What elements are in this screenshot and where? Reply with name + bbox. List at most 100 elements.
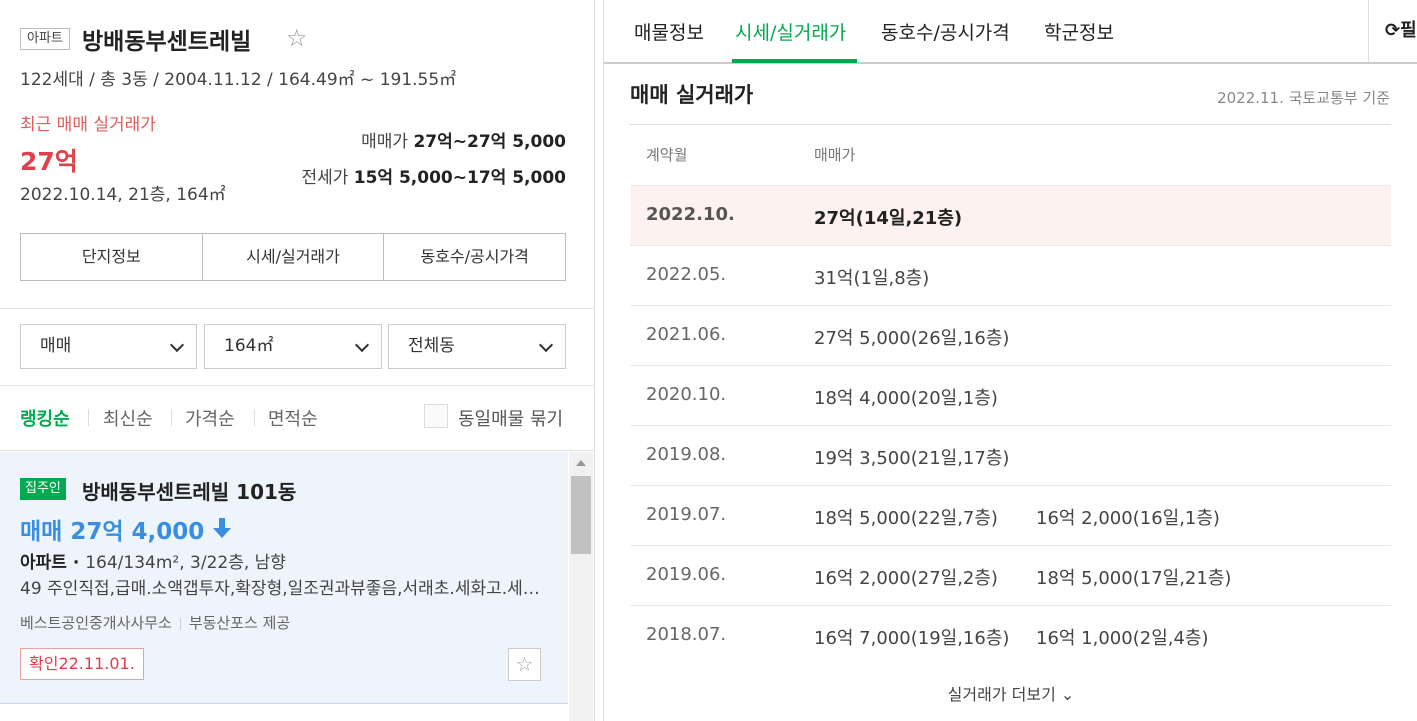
table-row: 2019.07. 18억 5,000(22일,7층) 16억 2,000(16일,1…	[630, 485, 1391, 545]
column-header-month: 계약월	[646, 146, 688, 164]
row-price: 19억 3,500(21일,17층)	[814, 448, 1010, 469]
building-select[interactable]: 전체동	[388, 324, 566, 369]
row-month: 2019.06.	[646, 564, 727, 585]
owner-badge: 집주인	[20, 478, 66, 500]
recent-deal-price: 27억	[20, 147, 78, 176]
table-row: 2019.08. 19억 3,500(21일,17층)	[630, 425, 1391, 485]
refresh-label: 필	[1400, 20, 1417, 41]
sort-latest[interactable]: 최신순	[103, 405, 153, 431]
recent-deal-detail: 2022.10.14, 21층, 164㎡	[20, 185, 226, 205]
group-duplicates-checkbox[interactable]	[424, 404, 448, 428]
chevron-down-icon	[169, 337, 185, 353]
complex-name: 방배동부센트레빌	[82, 29, 252, 55]
row-price: 16억 7,000(19일,16층)	[814, 628, 1010, 649]
table-row: 2021.06. 27억 5,000(26일,16층)	[630, 305, 1391, 365]
table-row: 2020.10. 18억 4,000(20일,1층)	[630, 365, 1391, 425]
sort-ranking[interactable]: 랭킹순	[20, 405, 70, 431]
complex-summary-info: 122세대 / 총 3동 / 2004.11.12 / 164.49㎡ ~ 19…	[20, 70, 457, 90]
more-transactions-button[interactable]: 실거래가 더보기 ⌄	[604, 681, 1417, 705]
listing-description: 49 주인직접,급매.소액갭투자,확장형,일조권과뷰좋음,서래초.세화고.세화여…	[20, 579, 540, 599]
row-price: 18억 4,000(20일,1층)	[814, 388, 998, 409]
divider	[254, 409, 255, 426]
more-transactions-label: 실거래가 더보기	[947, 685, 1056, 704]
bookmark-star-icon[interactable]: ☆	[508, 648, 541, 681]
tab-school-info[interactable]: 학군정보	[1044, 18, 1114, 45]
sort-price[interactable]: 가격순	[185, 405, 235, 431]
sort-bar: 랭킹순 최신순 가격순 면적순 동일매물 묶기	[0, 387, 594, 451]
column-header-price: 매매가	[814, 146, 856, 164]
table-row: 2022.10. 27억(14일,21층)	[630, 185, 1391, 245]
row-month: 2019.07.	[646, 504, 727, 525]
area-value: 164㎡	[224, 336, 274, 356]
price-down-arrow-icon	[213, 518, 231, 538]
listing-agency-line: 베스트공인중개사사무소 부동산포스 제공	[20, 612, 290, 633]
tab-listing-info[interactable]: 매물정보	[634, 18, 704, 45]
scroll-thumb[interactable]	[571, 476, 591, 554]
data-provider: 부동산포스 제공	[188, 614, 291, 632]
table-header: 계약월 매매가	[630, 125, 1391, 185]
detail-tabs: 매물정보 시세/실거래가 동호수/공시가격 학군정보 ⟳필	[604, 0, 1417, 64]
property-type-badge: 아파트	[20, 28, 70, 50]
sort-area[interactable]: 면적순	[268, 405, 318, 431]
table-row: 2018.07. 16억 7,000(19일,16층) 16억 1,000(2일,4…	[630, 605, 1391, 665]
row-price: 27억 5,000(26일,16층)	[814, 328, 1010, 349]
group-duplicates-label[interactable]: 동일매물 묶기	[458, 405, 563, 431]
tab-unit-official-price[interactable]: 동호수/공시가격	[881, 18, 1010, 45]
agency-name: 베스트공인중개사사무소	[20, 614, 172, 632]
jeonse-price-range: 전세가 15억 5,000~17억 5,000	[301, 163, 566, 188]
row-price-secondary: 18억 5,000(17일,21층)	[1036, 568, 1232, 589]
row-month: 2022.05.	[646, 264, 727, 285]
scroll-up-arrow-icon[interactable]	[576, 460, 586, 466]
trade-type-value: 매매	[40, 336, 72, 356]
favorite-star-icon[interactable]: ☆	[286, 24, 308, 52]
row-price-secondary: 16억 1,000(2일,4층)	[1036, 628, 1209, 649]
list-scrollbar[interactable]	[569, 452, 593, 721]
table-row: 2019.06. 16억 2,000(27일,2층) 18억 5,000(17일,2…	[630, 545, 1391, 605]
tab-complex-info[interactable]: 단지정보	[21, 234, 202, 280]
listing-spec-detail: 164/134m², 3/22층, 남향	[85, 553, 286, 573]
jeonse-price-label: 전세가	[301, 168, 349, 188]
jeonse-price-value: 15억 5,000~17억 5,000	[353, 168, 566, 188]
sale-price-range: 매매가 27억~27억 5,000	[361, 127, 566, 152]
recent-deal-label: 최근 매매 실거래가	[20, 115, 156, 135]
filter-bar: 매매 164㎡ 전체동	[0, 310, 594, 386]
row-price: 16억 2,000(27일,2층)	[814, 568, 998, 589]
tab-price-transactions[interactable]: 시세/실거래가	[201, 234, 384, 280]
area-select[interactable]: 164㎡	[204, 324, 382, 369]
verified-date-badge: 확인22.11.01.	[20, 648, 144, 680]
listing-type: 아파트	[20, 553, 67, 573]
right-panel: 매물정보 시세/실거래가 동호수/공시가격 학군정보 ⟳필 매매 실거래가 20…	[603, 0, 1417, 721]
sale-price-value: 27억~27억 5,000	[413, 132, 566, 152]
row-price-secondary: 16억 2,000(16일,1층)	[1036, 508, 1220, 529]
transactions-table: 계약월 매매가 2022.10. 27억(14일,21층) 2022.05. 31억(…	[630, 124, 1391, 665]
section-source-note: 2022.11. 국토교통부 기준	[1217, 89, 1390, 107]
tab-unit-official-price[interactable]: 동호수/공시가격	[383, 234, 565, 280]
row-price: 18억 5,000(22일,7층)	[814, 508, 998, 529]
listing-card[interactable]: 집주인 방배동부센트레빌 101동 매매 27억 4,000 아파트 · 164…	[0, 452, 568, 704]
listing-title[interactable]: 방배동부센트레빌 101동	[82, 476, 296, 505]
row-month: 2019.08.	[646, 444, 727, 465]
sale-price-label: 매매가	[361, 132, 409, 152]
row-month: 2018.07.	[646, 624, 727, 645]
complex-tabs: 단지정보 시세/실거래가 동호수/공시가격	[20, 233, 566, 281]
listing-spec: 아파트 · 164/134m², 3/22층, 남향	[20, 553, 286, 573]
divider	[88, 409, 89, 426]
tab-price-transactions[interactable]: 시세/실거래가	[735, 18, 846, 45]
active-tab-indicator	[732, 59, 857, 63]
building-value: 전체동	[408, 336, 455, 356]
refresh-button[interactable]: ⟳필	[1368, 0, 1417, 62]
trade-type-select[interactable]: 매매	[20, 324, 197, 369]
section-title: 매매 실거래가	[630, 83, 754, 107]
divider	[171, 409, 172, 426]
row-month: 2020.10.	[646, 384, 727, 405]
row-month: 2022.10.	[646, 204, 735, 225]
divider	[179, 617, 181, 630]
row-price: 27억(14일,21층)	[814, 208, 963, 229]
table-row: 2022.05. 31억(1일,8층)	[630, 245, 1391, 305]
row-month: 2021.06.	[646, 324, 727, 345]
app-root: 아파트 방배동부센트레빌 ☆ 122세대 / 총 3동 / 2004.11.12…	[0, 0, 1417, 721]
row-price: 31억(1일,8층)	[814, 268, 930, 289]
complex-summary: 아파트 방배동부센트레빌 ☆ 122세대 / 총 3동 / 2004.11.12…	[0, 0, 594, 309]
chevron-down-icon	[538, 337, 554, 353]
chevron-down-icon	[354, 337, 370, 353]
